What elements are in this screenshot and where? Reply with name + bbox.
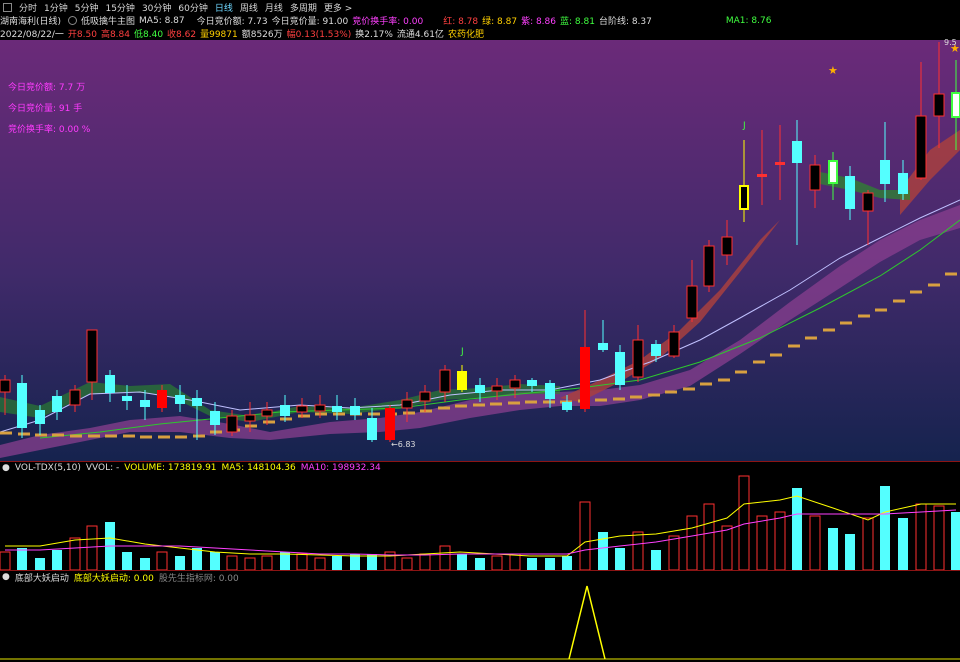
annotation-bid-volume: 今日竞价量: 91 手 — [8, 104, 83, 114]
low-price-label: ←6.83 — [391, 440, 416, 449]
tab-period-0[interactable]: 分时 — [19, 1, 37, 14]
signal-value: 底部大妖启动: 0.00 — [73, 573, 154, 584]
quote-amount: 额8526万 — [241, 30, 283, 40]
vvol-value: VVOL: - — [85, 463, 120, 473]
signal-j-2: J — [742, 121, 746, 131]
quote-open: 开8.50 — [67, 30, 97, 40]
blue-value: 蓝: 8.81 — [560, 17, 595, 27]
volume-title[interactable]: VOL-TDX(5,10) — [15, 463, 81, 473]
quote-high: 高8.84 — [100, 30, 130, 40]
bid-amount: 今日竞价额: 7.73 — [196, 17, 268, 27]
signal-title[interactable]: 底部大妖启动 — [15, 571, 69, 584]
volume-settings-icon[interactable]: ● — [2, 463, 10, 473]
indicator-header: 湖南海利(日线) 低吸擒牛主图 MA5: 8.87 今日竞价额: 7.73 今日… — [0, 14, 960, 28]
ma5-value: MA5: 8.87 — [139, 15, 185, 26]
volume-bars — [0, 475, 960, 570]
tab-period-1[interactable]: 1分钟 — [44, 1, 68, 14]
quote-date: 2022/08/22/一 — [0, 30, 64, 40]
volume-ma10-line — [5, 509, 957, 556]
red-value: 红: 8.78 — [443, 17, 479, 27]
more-button[interactable]: 更多 > — [324, 1, 352, 14]
ma1-value: MA1: 8.76 — [725, 15, 772, 26]
high-price-label: 9.5 — [944, 38, 957, 47]
signal-chart[interactable] — [0, 584, 960, 662]
tab-period-3[interactable]: 15分钟 — [105, 1, 134, 14]
signal-value-2: 股先生指标网: 0.00 — [158, 573, 239, 584]
signal-header: ● 底部大妖启动 底部大妖启动: 0.00 股先生指标网: 0.00 — [0, 571, 960, 584]
quote-change: 幅0.13(1.53%) — [286, 30, 352, 40]
volume-header: ● VOL-TDX(5,10) VVOL: - VOLUME: 173819.9… — [0, 462, 960, 474]
volume-value: VOLUME: 173819.91 — [124, 463, 217, 473]
window-icon[interactable] — [3, 2, 12, 12]
stock-name[interactable]: 湖南海利(日线) — [0, 14, 61, 27]
tab-period-2[interactable]: 5分钟 — [75, 1, 99, 14]
green-value: 绿: 8.87 — [482, 17, 518, 27]
quote-sector[interactable]: 农药化肥 — [448, 27, 484, 40]
tab-period-6[interactable]: 日线 — [215, 1, 233, 14]
quote-float: 流通4.61亿 — [396, 30, 444, 40]
bid-volume: 今日竞价量: 91.00 — [271, 17, 349, 27]
annotation-bid-amount: 今日竞价额: 7.7 万 — [8, 83, 86, 93]
tab-period-5[interactable]: 60分钟 — [178, 1, 207, 14]
volume-ma5-line — [5, 495, 956, 557]
quote-turnover: 换2.17% — [355, 30, 393, 40]
signal-settings-icon[interactable]: ● — [2, 572, 10, 582]
bid-turnover: 竞价换手率: 0.00 — [352, 17, 424, 27]
quote-row: 2022/08/22/一 开8.50 高8.84 低8.40 收8.62 量99… — [0, 27, 960, 40]
purple-value: 紫: 8.86 — [521, 17, 556, 27]
period-toolbar: 分时 1分钟 5分钟 15分钟 30分钟 60分钟 日线 周线 月线 多周期 更… — [0, 0, 960, 14]
tab-period-8[interactable]: 月线 — [265, 1, 283, 14]
tab-period-4[interactable]: 30分钟 — [142, 1, 171, 14]
quote-close: 收8.62 — [167, 30, 197, 40]
indicator-name[interactable]: 低吸擒牛主图 — [81, 14, 135, 27]
tab-period-9[interactable]: 多周期 — [290, 1, 317, 14]
quote-volume: 量99871 — [200, 30, 238, 40]
signal-spike-line — [568, 585, 606, 660]
settings-icon[interactable] — [68, 16, 78, 25]
tab-period-7[interactable]: 周线 — [240, 1, 258, 14]
quote-low: 低8.40 — [134, 30, 164, 40]
step-value: 台阶线: 8.37 — [598, 17, 652, 27]
volume-ma5: MA5: 148104.36 — [221, 463, 296, 473]
signal-j-1: J — [460, 347, 464, 357]
volume-chart[interactable] — [0, 474, 960, 570]
annotation-bid-turnover: 竞价换手率: 0.00 % — [8, 125, 91, 135]
main-candlestick-chart[interactable]: J J ★ ★ — [0, 40, 960, 462]
volume-ma10: MA10: 198932.34 — [300, 463, 381, 473]
star-icon-1: ★ — [828, 64, 838, 77]
